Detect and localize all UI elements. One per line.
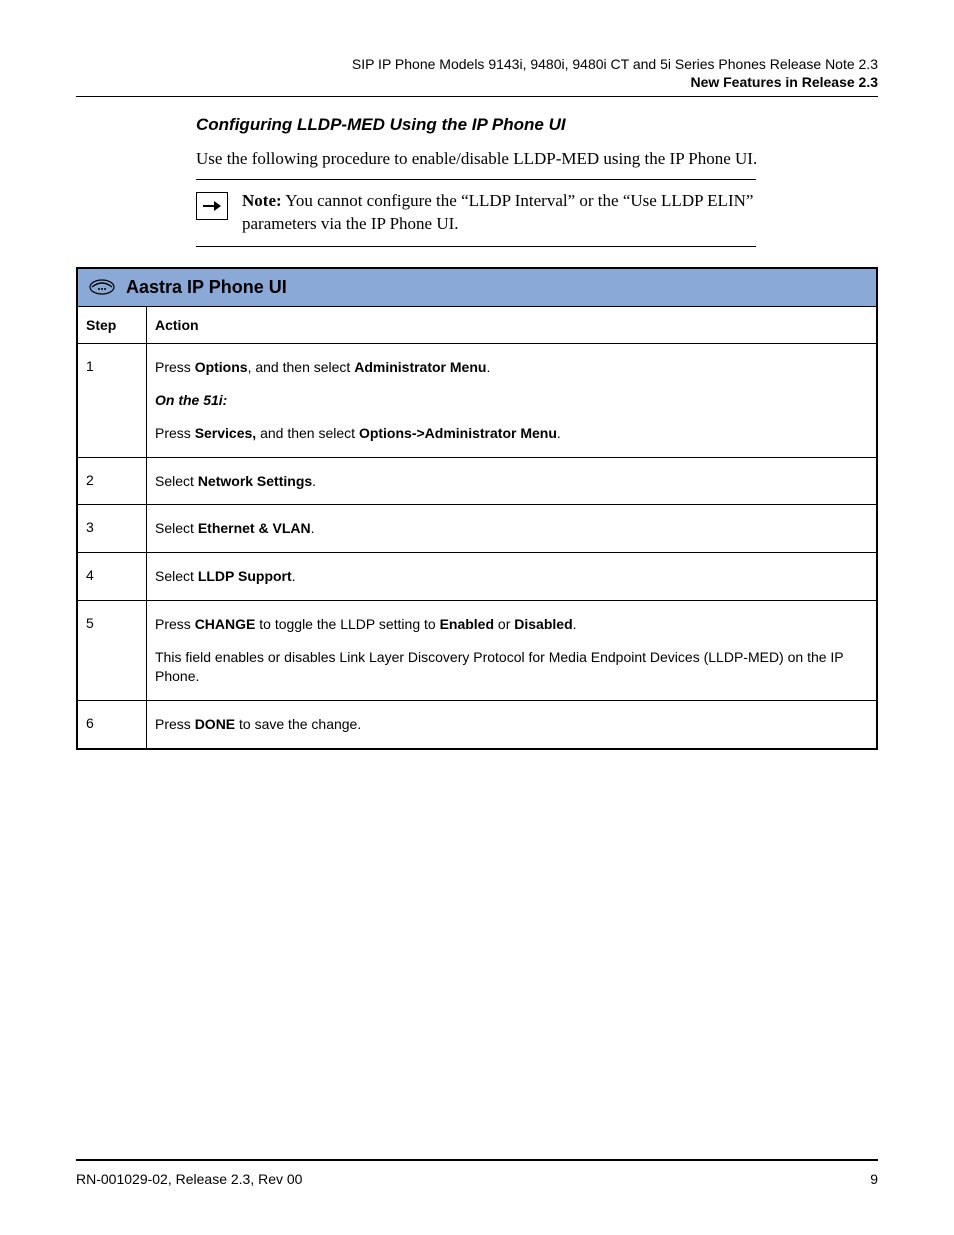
footer-rule <box>76 1159 878 1161</box>
note-body: You cannot configure the “LLDP Interval”… <box>242 191 753 233</box>
page-footer: RN-001029-02, Release 2.3, Rev 00 9 <box>76 1159 878 1187</box>
table-row-step: 1 <box>78 344 147 458</box>
page-header: SIP IP Phone Models 9143i, 9480i, 9480i … <box>76 56 878 90</box>
table-title: Aastra IP Phone UI <box>126 277 287 298</box>
phone-icon <box>88 277 116 297</box>
section-title: Configuring LLDP-MED Using the IP Phone … <box>196 115 878 135</box>
note-rule-bottom <box>196 246 756 247</box>
note-block: Note: You cannot configure the “LLDP Int… <box>196 180 756 246</box>
table-row-action: Press Options, and then select Administr… <box>147 344 876 458</box>
header-product-line: SIP IP Phone Models 9143i, 9480i, 9480i … <box>76 56 878 72</box>
arrow-right-icon <box>196 192 228 220</box>
table-row-step: 4 <box>78 553 147 601</box>
table-row-step: 6 <box>78 701 147 748</box>
table-row-action: Press CHANGE to toggle the LLDP setting … <box>147 601 876 701</box>
table-row-action: Press DONE to save the change. <box>147 701 876 748</box>
procedure-table: Aastra IP Phone UI Step Action 1Press Op… <box>76 267 878 750</box>
note-label: Note: <box>242 191 282 210</box>
col-header-action: Action <box>147 307 876 344</box>
table-row-step: 3 <box>78 505 147 553</box>
note-text: Note: You cannot configure the “LLDP Int… <box>242 190 756 236</box>
table-row-step: 5 <box>78 601 147 701</box>
col-header-step: Step <box>78 307 147 344</box>
footer-page-number: 9 <box>870 1171 878 1187</box>
section-intro: Use the following procedure to enable/di… <box>196 149 878 169</box>
table-row-step: 2 <box>78 458 147 506</box>
footer-left: RN-001029-02, Release 2.3, Rev 00 <box>76 1171 302 1187</box>
table-row-action: Select Ethernet & VLAN. <box>147 505 876 553</box>
header-rule <box>76 96 878 97</box>
table-row-action: Select LLDP Support. <box>147 553 876 601</box>
header-section-label: New Features in Release 2.3 <box>76 74 878 90</box>
table-row-action: Select Network Settings. <box>147 458 876 506</box>
